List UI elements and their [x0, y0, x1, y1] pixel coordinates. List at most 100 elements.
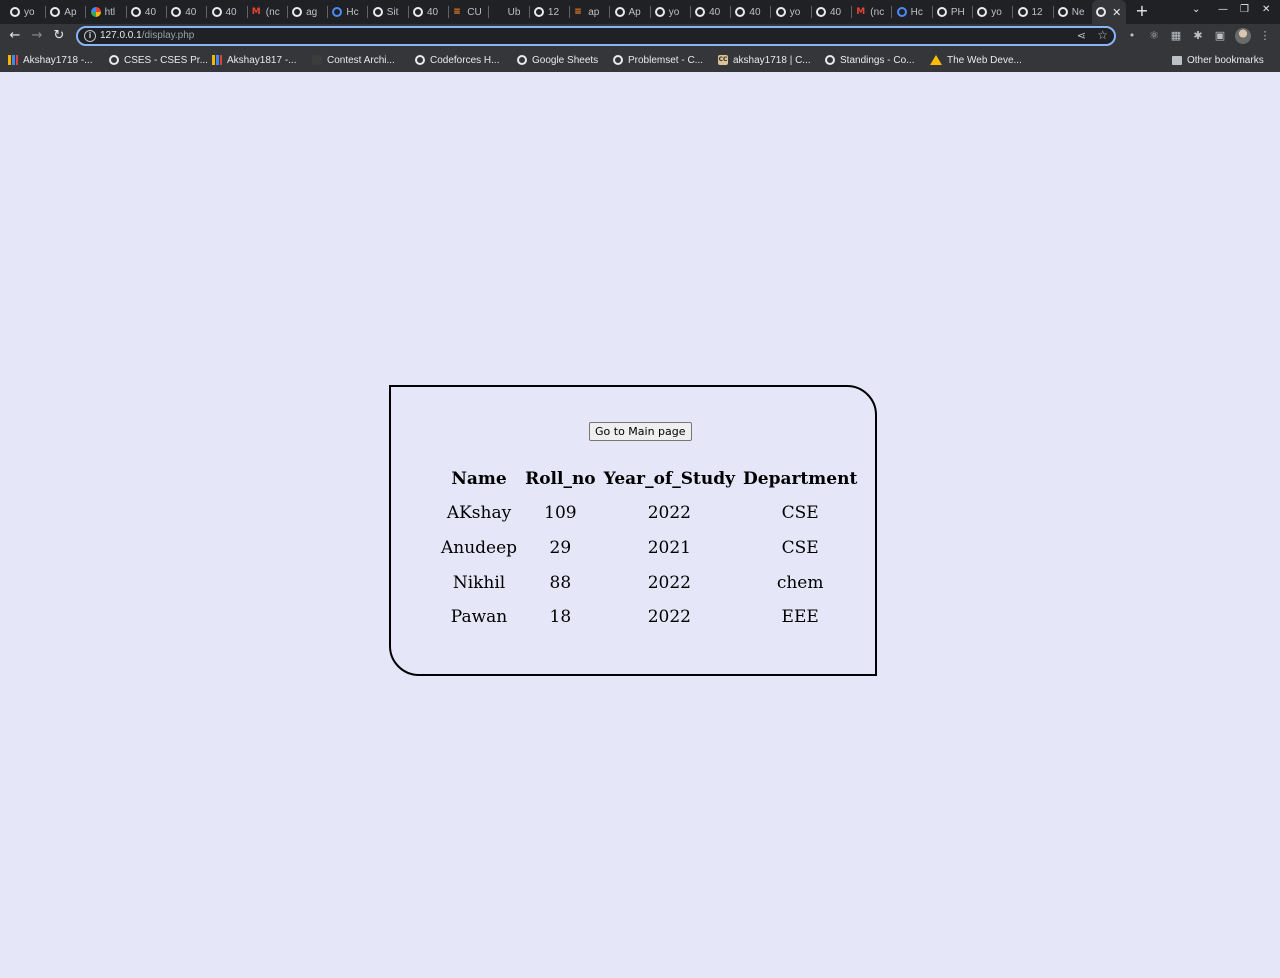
bookmark-item[interactable]: Codeforces H... [415, 53, 499, 67]
browser-tab[interactable]: Sit [369, 0, 409, 24]
browser-tab[interactable]: Hc [893, 0, 933, 24]
cell-year-of-study: 2022 [647, 607, 691, 628]
tab-title: 40 [749, 6, 761, 18]
tab-title: Sit [386, 6, 399, 18]
profile-avatar[interactable] [1235, 28, 1251, 44]
browser-tab[interactable]: M (nc [852, 0, 893, 24]
cell-roll-no: 109 [544, 503, 577, 524]
drive-icon [930, 55, 942, 65]
tab-title: 12 [547, 6, 560, 18]
cell-department: CSE [781, 538, 819, 559]
browser-tab[interactable]: 40 [409, 0, 449, 24]
menu-kebab-icon[interactable]: ⋮ [1258, 29, 1272, 43]
globe-icon [695, 7, 706, 17]
bookmark-item[interactable]: The Web Deve... [930, 53, 1022, 67]
browser-tab[interactable]: 40 [208, 0, 248, 24]
browser-tab[interactable]: Hc [328, 0, 369, 24]
globe-icon [10, 7, 20, 17]
table-row: Pawan 18 2022 EEE [441, 603, 857, 632]
students-table: Name Roll_no Year_of_Study Department AK… [433, 459, 865, 638]
globe-icon [775, 7, 786, 17]
share-icon[interactable]: ⋖ [1077, 29, 1086, 42]
other-bookmarks[interactable]: Other bookmarks [1172, 53, 1264, 67]
window-close-icon[interactable]: ✕ [1262, 4, 1270, 15]
extensions-puzzle-icon[interactable]: ✱ [1191, 29, 1205, 43]
go-to-main-page-button[interactable]: Go to Main page [589, 422, 692, 441]
tab-title: 40 [225, 6, 237, 18]
bookmark-star-icon[interactable]: ☆ [1097, 28, 1108, 42]
tab-title: 40 [185, 6, 197, 18]
browser-tab[interactable]: 12 [1014, 0, 1054, 24]
browser-tab[interactable]: yo [973, 0, 1014, 24]
tab-title: yo [668, 6, 680, 18]
globe-icon [1057, 7, 1068, 17]
google-icon [90, 7, 101, 17]
tab-title: Ne [1071, 6, 1085, 18]
globe-icon [1096, 7, 1107, 17]
browser-toolbar: ← → ↻ i 127.0.0.1/display.php ⋖ ☆ • ⚛ ▦ … [0, 24, 1280, 48]
reload-icon[interactable]: ↻ [50, 27, 68, 45]
bookmark-item[interactable]: CSES - CSES Pr... [109, 53, 208, 67]
bookmark-label: akshay1718 | C... [733, 54, 811, 66]
browser-tab[interactable]: 40 [691, 0, 732, 24]
browser-tab[interactable]: 40 [167, 0, 208, 24]
globe-icon [130, 7, 141, 17]
browser-tab-active[interactable]: ✕ [1092, 0, 1127, 24]
browser-tab[interactable]: 12 [530, 0, 570, 24]
cell-department: CSE [781, 503, 819, 524]
bookmark-item[interactable]: Akshay1718 -... [8, 53, 92, 67]
address-bar[interactable]: i 127.0.0.1/display.php ⋖ ☆ [76, 26, 1116, 46]
browser-tab[interactable]: ag [288, 0, 329, 24]
bookmark-item[interactable]: Akshay1817 -... [212, 53, 296, 67]
site-info-icon[interactable]: i [84, 30, 96, 42]
browser-tab[interactable]: M (nc [248, 0, 288, 24]
extension-dot-icon[interactable]: • [1125, 29, 1139, 43]
stackoverflow-icon: ≡ [574, 7, 582, 17]
cell-roll-no: 29 [549, 538, 572, 559]
browser-tab[interactable]: yo [772, 0, 812, 24]
bookmark-item[interactable]: Google Sheets [517, 53, 598, 67]
browser-tab[interactable]: 40 [731, 0, 772, 24]
browser-tab[interactable]: yo [6, 0, 46, 24]
bookmark-item[interactable]: Standings - Co... [825, 53, 914, 67]
tab-title: 40 [427, 6, 439, 18]
bars-icon [8, 55, 18, 65]
cell-name: AKshay [446, 503, 512, 524]
back-arrow-icon[interactable]: ← [6, 27, 24, 45]
url-text[interactable]: 127.0.0.1/display.php [100, 30, 194, 41]
globe-icon [533, 7, 544, 17]
browser-tab[interactable]: yo [651, 0, 691, 24]
tab-title: CU [467, 6, 482, 18]
extension-react-icon[interactable]: ⚛ [1147, 29, 1161, 43]
cell-name: Nikhil [452, 572, 506, 593]
browser-tab[interactable]: ≡ CU [449, 0, 490, 24]
cell-roll-no: 18 [549, 607, 572, 628]
browser-tab[interactable]: PH [933, 0, 973, 24]
restore-icon[interactable]: ❐ [1240, 4, 1249, 15]
browser-tab[interactable]: 40 [127, 0, 167, 24]
bookmark-item[interactable]: Contest Archi... [312, 53, 395, 67]
tab-search-icon[interactable]: ⌄ [1192, 4, 1200, 15]
browser-tab[interactable]: htl [87, 0, 127, 24]
bookmark-label: Google Sheets [532, 54, 599, 66]
tab-close-icon[interactable]: ✕ [1112, 6, 1121, 19]
browser-tab[interactable]: Ne [1054, 0, 1094, 24]
new-tab-button[interactable]: + [1134, 3, 1150, 19]
stackoverflow-icon: ≡ [453, 7, 461, 17]
browser-tab[interactable]: Ap [611, 0, 651, 24]
forward-arrow-icon[interactable]: → [28, 27, 46, 45]
minimize-icon[interactable]: — [1218, 4, 1228, 15]
browser-tab[interactable]: Ub [490, 0, 530, 24]
browser-tab[interactable]: Ap [46, 0, 87, 24]
side-panel-icon[interactable]: ▣ [1213, 29, 1227, 43]
extension-chart-icon[interactable]: ▦ [1169, 29, 1183, 43]
bookmark-label: The Web Deve... [947, 54, 1022, 66]
browser-tab[interactable]: ≡ ap [570, 0, 611, 24]
bookmark-item[interactable]: Problemset - C... [613, 53, 703, 67]
tab-title: Hc [910, 6, 923, 18]
tab-title: Hc [346, 6, 359, 18]
bookmark-label: CSES - CSES Pr... [124, 54, 208, 66]
bookmark-item[interactable]: CC akshay1718 | C... [718, 53, 811, 67]
browser-tab[interactable]: 40 [812, 0, 852, 24]
tab-title: Ap [628, 6, 641, 18]
